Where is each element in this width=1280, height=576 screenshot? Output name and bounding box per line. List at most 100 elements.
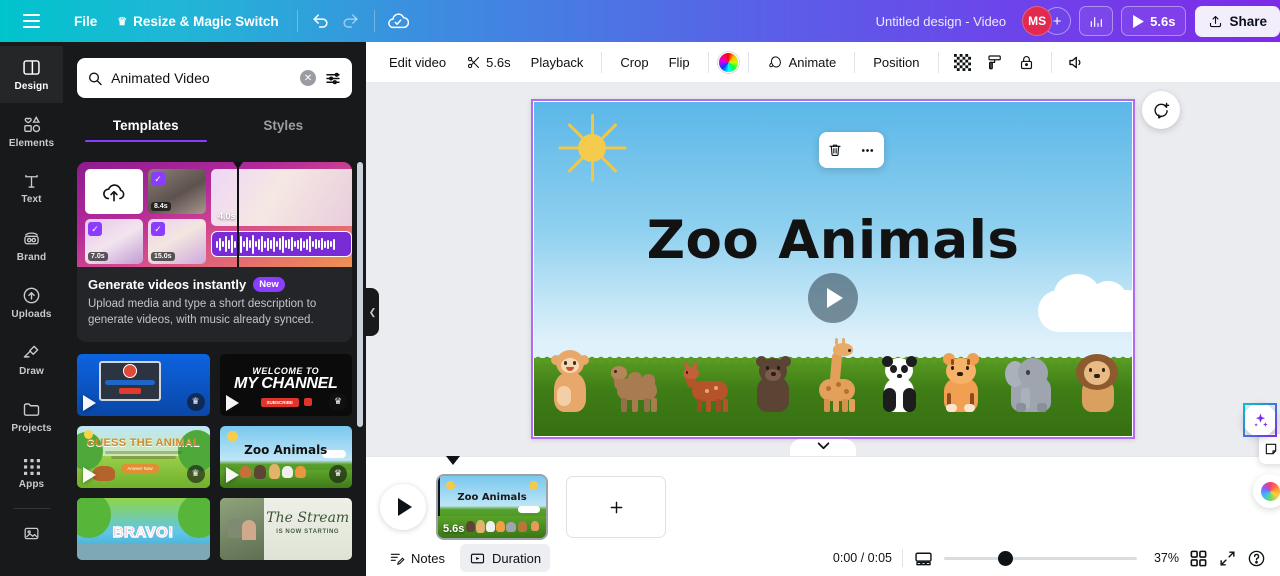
resize-magic-switch-button[interactable]: ♛ Resize & Magic Switch [107, 8, 288, 35]
help-button[interactable] [1247, 549, 1266, 568]
premium-crown-icon: ♛ [329, 464, 347, 483]
trim-duration: 5.6s [486, 54, 511, 70]
magic-studio-button[interactable] [1243, 403, 1277, 437]
divider [854, 51, 856, 73]
canvas-area[interactable]: Zoo Animals [366, 83, 1280, 456]
search-box[interactable]: ✕ [77, 58, 352, 98]
tab-styles[interactable]: Styles [215, 110, 353, 142]
divider [747, 51, 749, 73]
sidebar-item-projects[interactable]: Projects [0, 388, 63, 445]
trash-icon[interactable] [822, 137, 848, 163]
duration-button[interactable]: Duration [459, 544, 551, 572]
canvas-play-overlay-button[interactable] [808, 273, 858, 323]
position-button[interactable]: Position [864, 47, 928, 77]
divider [373, 10, 375, 32]
sliders-icon[interactable] [324, 69, 342, 88]
lion-illustration [1074, 354, 1122, 412]
template-bravo[interactable]: BRAVO! [77, 497, 210, 560]
premium-crown-icon: ♛ [329, 392, 347, 411]
timeline-play-button[interactable] [380, 484, 426, 530]
timeline-right-controls: 0:00 / 0:05 37% [833, 548, 1266, 569]
sidebar-item-uploads[interactable]: Uploads [0, 274, 63, 331]
template-cta: Answer Now [121, 463, 159, 473]
document-title[interactable]: Untitled design - Video [866, 8, 1017, 35]
share-button[interactable]: Share [1195, 5, 1280, 37]
fit-screen-button[interactable] [913, 548, 934, 569]
search-input[interactable] [111, 70, 293, 86]
sun-icon [446, 481, 455, 490]
insights-button[interactable] [1079, 6, 1114, 36]
sidebar-item-design[interactable]: Design [0, 46, 63, 103]
template-welcome-my-channel[interactable]: WELCOME TO MY CHANNEL SUBSCRIBE ♛ [219, 353, 352, 416]
add-comment-button[interactable] [1142, 91, 1180, 129]
crop-button[interactable]: Crop [611, 47, 657, 77]
playback-button[interactable]: Playback [522, 47, 593, 77]
template-zoo-animals[interactable]: Zoo Animals ♛ [219, 425, 352, 488]
template-line1: BRAVO! [112, 523, 174, 541]
notes-label: Notes [411, 550, 445, 566]
cloud-saved-icon[interactable] [383, 6, 413, 36]
fullscreen-button[interactable] [1218, 549, 1237, 568]
sun-icon [558, 114, 626, 182]
sidebar-item-elements[interactable]: Elements [0, 103, 63, 160]
check-icon: ✓ [151, 222, 165, 236]
avatar[interactable]: MS [1022, 6, 1053, 36]
trim-button[interactable]: 5.6s [457, 47, 520, 77]
edit-video-button[interactable]: Edit video [380, 47, 455, 77]
sidebar-item-text[interactable]: Text [0, 160, 63, 217]
divider [902, 549, 903, 567]
file-menu-button[interactable]: File [64, 8, 107, 35]
template-guess-the-animal[interactable]: GUESS THE ANIMAL Answer Now ♛ [77, 425, 210, 488]
deer-illustration [682, 354, 735, 412]
scene-thumbnail[interactable]: Zoo Animals 5.6s [438, 476, 546, 538]
animate-label: Animate [788, 54, 837, 70]
elephant-illustration [1004, 356, 1056, 412]
clear-icon[interactable]: ✕ [300, 70, 317, 86]
expand-icon [1220, 550, 1235, 566]
tab-templates[interactable]: Templates [77, 110, 215, 142]
clip-duration: 15.0s [151, 252, 175, 261]
zoom-slider-handle[interactable] [998, 550, 1013, 566]
undo-icon[interactable] [306, 6, 336, 36]
add-scene-button[interactable] [566, 476, 666, 538]
sidebar-item-brand[interactable]: Brand [0, 217, 63, 274]
slide-title-text[interactable]: Zoo Animals [534, 210, 1132, 271]
expand-timeline-button[interactable] [790, 439, 856, 456]
paint-roller-icon[interactable] [980, 47, 1010, 77]
sidebar-label-elements: Elements [8, 138, 55, 149]
upload-cloud-icon [103, 183, 125, 201]
sticky-note-button[interactable] [1259, 434, 1280, 464]
animate-button[interactable]: Animate [758, 47, 846, 77]
panel-scrollbar[interactable] [357, 162, 363, 427]
zoom-slider[interactable] [944, 550, 1137, 566]
color-fab-button[interactable] [1253, 474, 1280, 508]
sidebar-item-draw[interactable]: Draw [0, 331, 63, 388]
lock-icon[interactable] [1012, 47, 1042, 77]
promo-artwork: ✓ 8.4s ✓ 7.0s ✓ 15.0s 4.0s [77, 162, 352, 267]
magic-sparkle-icon [1253, 413, 1268, 427]
volume-icon[interactable] [1061, 47, 1091, 77]
sidebar-item-apps[interactable]: Apps [0, 445, 63, 502]
top-bar: File ♛ Resize & Magic Switch Untitled de… [0, 0, 1280, 42]
generate-videos-promo-card[interactable]: ✓ 8.4s ✓ 7.0s ✓ 15.0s 4.0s Generate vide… [77, 162, 352, 342]
grid-view-icon [1190, 550, 1207, 566]
template-youtube-subscribe[interactable]: ♛ [77, 353, 210, 416]
template-the-stream[interactable]: The Stream IS NOW STARTING [219, 497, 352, 560]
sidebar-label-draw: Draw [19, 366, 44, 377]
timeline-footer: Notes Duration 0:00 / 0:05 37% [366, 540, 1280, 576]
notes-button[interactable]: Notes [380, 544, 454, 572]
preview-play-button[interactable]: 5.6s [1121, 6, 1187, 36]
flip-button[interactable]: Flip [660, 47, 699, 77]
transparency-icon[interactable] [948, 47, 978, 77]
fit-screen-icon [915, 552, 932, 565]
sidebar-item-image[interactable] [0, 511, 63, 555]
collapse-panel-button[interactable]: ❮ [366, 288, 379, 336]
color-wheel-icon[interactable] [717, 51, 739, 73]
template-line1: GUESS THE ANIMAL [86, 436, 201, 449]
more-horizontal-icon[interactable] [855, 137, 881, 163]
hamburger-icon[interactable] [14, 4, 48, 38]
rail-divider [13, 508, 50, 509]
grid-view-button[interactable] [1189, 549, 1208, 568]
design-canvas-frame[interactable]: Zoo Animals [531, 99, 1135, 439]
redo-icon[interactable] [336, 6, 366, 36]
